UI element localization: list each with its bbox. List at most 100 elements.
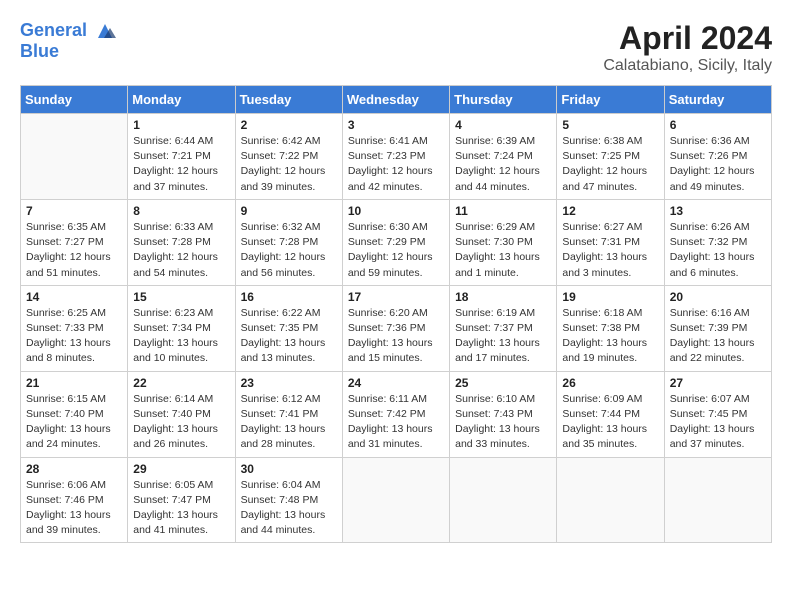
calendar-cell: 23 Sunrise: 6:12 AMSunset: 7:41 PMDayligh… <box>235 371 342 457</box>
day-number: 22 <box>133 376 229 390</box>
calendar-cell: 17 Sunrise: 6:20 AMSunset: 7:36 PMDayligh… <box>342 285 449 371</box>
calendar-cell: 4 Sunrise: 6:39 AMSunset: 7:24 PMDaylight… <box>450 114 557 200</box>
day-number: 3 <box>348 118 444 132</box>
calendar-cell: 14 Sunrise: 6:25 AMSunset: 7:33 PMDayligh… <box>21 285 128 371</box>
day-number: 29 <box>133 462 229 476</box>
calendar-cell: 10Sunrise: 6:30 AMSunset: 7:29 PMDayligh… <box>342 199 449 285</box>
week-row-5: 28 Sunrise: 6:06 AMSunset: 7:46 PMDayligh… <box>21 457 772 543</box>
day-number: 20 <box>670 290 766 304</box>
day-info: Sunrise: 6:42 AMSunset: 7:22 PMDaylight:… <box>241 134 337 195</box>
day-info: Sunrise: 6:25 AMSunset: 7:33 PMDaylight:… <box>26 306 122 367</box>
day-info: Sunrise: 6:26 AMSunset: 7:32 PMDaylight:… <box>670 220 766 281</box>
day-number: 21 <box>26 376 122 390</box>
weekday-thursday: Thursday <box>450 86 557 114</box>
logo-icon <box>94 20 116 42</box>
calendar-cell: 8 Sunrise: 6:33 AMSunset: 7:28 PMDaylight… <box>128 199 235 285</box>
calendar-cell: 13 Sunrise: 6:26 AMSunset: 7:32 PMDayligh… <box>664 199 771 285</box>
day-number: 19 <box>562 290 658 304</box>
day-info: Sunrise: 6:22 AMSunset: 7:35 PMDaylight:… <box>241 306 337 367</box>
day-info: Sunrise: 6:35 AMSunset: 7:27 PMDaylight:… <box>26 220 122 281</box>
day-number: 25 <box>455 376 551 390</box>
month-title: April 2024 <box>603 20 772 57</box>
day-info: Sunrise: 6:09 AMSunset: 7:44 PMDaylight:… <box>562 392 658 453</box>
calendar-cell: 12 Sunrise: 6:27 AMSunset: 7:31 PMDayligh… <box>557 199 664 285</box>
calendar-cell: 11 Sunrise: 6:29 AMSunset: 7:30 PMDayligh… <box>450 199 557 285</box>
day-number: 24 <box>348 376 444 390</box>
day-info: Sunrise: 6:36 AMSunset: 7:26 PMDaylight:… <box>670 134 766 195</box>
day-number: 23 <box>241 376 337 390</box>
day-info: Sunrise: 6:19 AMSunset: 7:37 PMDaylight:… <box>455 306 551 367</box>
calendar-cell <box>664 457 771 543</box>
calendar-cell <box>557 457 664 543</box>
day-number: 7 <box>26 204 122 218</box>
calendar-cell: 2 Sunrise: 6:42 AMSunset: 7:22 PMDaylight… <box>235 114 342 200</box>
day-info: Sunrise: 6:11 AMSunset: 7:42 PMDaylight:… <box>348 392 444 453</box>
day-info: Sunrise: 6:07 AMSunset: 7:45 PMDaylight:… <box>670 392 766 453</box>
day-number: 10 <box>348 204 444 218</box>
day-info: Sunrise: 6:29 AMSunset: 7:30 PMDaylight:… <box>455 220 551 281</box>
day-info: Sunrise: 6:27 AMSunset: 7:31 PMDaylight:… <box>562 220 658 281</box>
day-info: Sunrise: 6:06 AMSunset: 7:46 PMDaylight:… <box>26 478 122 539</box>
day-number: 14 <box>26 290 122 304</box>
calendar-cell: 9Sunrise: 6:32 AMSunset: 7:28 PMDaylight… <box>235 199 342 285</box>
day-number: 28 <box>26 462 122 476</box>
logo-general: General <box>20 20 87 40</box>
logo: General Blue <box>20 20 116 62</box>
calendar-cell: 7 Sunrise: 6:35 AMSunset: 7:27 PMDaylight… <box>21 199 128 285</box>
calendar-header: SundayMondayTuesdayWednesdayThursdayFrid… <box>21 86 772 114</box>
weekday-sunday: Sunday <box>21 86 128 114</box>
weekday-monday: Monday <box>128 86 235 114</box>
day-info: Sunrise: 6:32 AMSunset: 7:28 PMDaylight:… <box>241 220 337 281</box>
calendar-cell: 29 Sunrise: 6:05 AMSunset: 7:47 PMDayligh… <box>128 457 235 543</box>
calendar-cell: 20Sunrise: 6:16 AMSunset: 7:39 PMDayligh… <box>664 285 771 371</box>
day-number: 13 <box>670 204 766 218</box>
day-number: 30 <box>241 462 337 476</box>
day-info: Sunrise: 6:44 AMSunset: 7:21 PMDaylight:… <box>133 134 229 195</box>
day-number: 5 <box>562 118 658 132</box>
calendar-table: SundayMondayTuesdayWednesdayThursdayFrid… <box>20 85 772 543</box>
weekday-saturday: Saturday <box>664 86 771 114</box>
calendar-cell: 25Sunrise: 6:10 AMSunset: 7:43 PMDayligh… <box>450 371 557 457</box>
location: Calatabiano, Sicily, Italy <box>603 57 772 75</box>
day-info: Sunrise: 6:33 AMSunset: 7:28 PMDaylight:… <box>133 220 229 281</box>
day-info: Sunrise: 6:12 AMSunset: 7:41 PMDaylight:… <box>241 392 337 453</box>
calendar-cell: 1Sunrise: 6:44 AMSunset: 7:21 PMDaylight… <box>128 114 235 200</box>
day-info: Sunrise: 6:18 AMSunset: 7:38 PMDaylight:… <box>562 306 658 367</box>
weekday-tuesday: Tuesday <box>235 86 342 114</box>
day-number: 2 <box>241 118 337 132</box>
calendar-cell: 22 Sunrise: 6:14 AMSunset: 7:40 PMDayligh… <box>128 371 235 457</box>
day-number: 4 <box>455 118 551 132</box>
day-info: Sunrise: 6:05 AMSunset: 7:47 PMDaylight:… <box>133 478 229 539</box>
calendar-cell: 24 Sunrise: 6:11 AMSunset: 7:42 PMDayligh… <box>342 371 449 457</box>
calendar-cell: 28 Sunrise: 6:06 AMSunset: 7:46 PMDayligh… <box>21 457 128 543</box>
day-info: Sunrise: 6:04 AMSunset: 7:48 PMDaylight:… <box>241 478 337 539</box>
calendar-cell: 15Sunrise: 6:23 AMSunset: 7:34 PMDayligh… <box>128 285 235 371</box>
day-number: 16 <box>241 290 337 304</box>
day-info: Sunrise: 6:41 AMSunset: 7:23 PMDaylight:… <box>348 134 444 195</box>
day-number: 15 <box>133 290 229 304</box>
day-number: 27 <box>670 376 766 390</box>
calendar-body: 1Sunrise: 6:44 AMSunset: 7:21 PMDaylight… <box>21 114 772 543</box>
day-number: 6 <box>670 118 766 132</box>
calendar-cell: 18Sunrise: 6:19 AMSunset: 7:37 PMDayligh… <box>450 285 557 371</box>
calendar-cell <box>342 457 449 543</box>
calendar-cell: 27 Sunrise: 6:07 AMSunset: 7:45 PMDayligh… <box>664 371 771 457</box>
day-number: 11 <box>455 204 551 218</box>
day-number: 17 <box>348 290 444 304</box>
day-number: 12 <box>562 204 658 218</box>
day-info: Sunrise: 6:39 AMSunset: 7:24 PMDaylight:… <box>455 134 551 195</box>
logo-text: General Blue <box>20 20 116 62</box>
calendar-cell <box>450 457 557 543</box>
weekday-header-row: SundayMondayTuesdayWednesdayThursdayFrid… <box>21 86 772 114</box>
weekday-wednesday: Wednesday <box>342 86 449 114</box>
week-row-2: 7 Sunrise: 6:35 AMSunset: 7:27 PMDaylight… <box>21 199 772 285</box>
day-info: Sunrise: 6:20 AMSunset: 7:36 PMDaylight:… <box>348 306 444 367</box>
week-row-3: 14 Sunrise: 6:25 AMSunset: 7:33 PMDayligh… <box>21 285 772 371</box>
week-row-4: 21Sunrise: 6:15 AMSunset: 7:40 PMDayligh… <box>21 371 772 457</box>
day-info: Sunrise: 6:14 AMSunset: 7:40 PMDaylight:… <box>133 392 229 453</box>
logo-blue: Blue <box>20 41 59 61</box>
calendar-cell: 21Sunrise: 6:15 AMSunset: 7:40 PMDayligh… <box>21 371 128 457</box>
title-block: April 2024 Calatabiano, Sicily, Italy <box>603 20 772 75</box>
calendar-cell: 26Sunrise: 6:09 AMSunset: 7:44 PMDayligh… <box>557 371 664 457</box>
day-number: 8 <box>133 204 229 218</box>
